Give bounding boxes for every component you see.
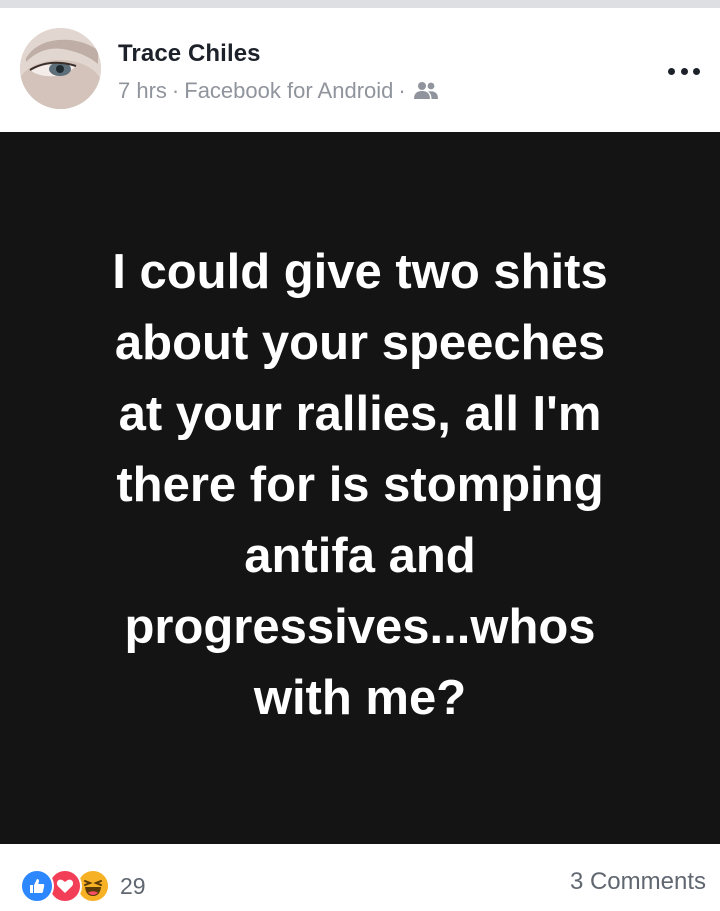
post-time[interactable]: 7 hrs xyxy=(118,78,167,104)
post-meta: 7 hrs · Facebook for Android · xyxy=(118,78,439,104)
meta-separator: · xyxy=(398,78,406,103)
post-text-line: progressives...whos xyxy=(124,599,596,654)
post-header: Trace Chiles 7 hrs · Facebook for Androi… xyxy=(0,8,720,132)
post-text-line: antifa and xyxy=(244,528,476,583)
post-text-line: I could give two shits xyxy=(112,244,608,299)
author-name[interactable]: Trace Chiles xyxy=(118,40,261,68)
more-options-button[interactable] xyxy=(664,60,704,82)
reactions-summary[interactable]: 29 xyxy=(20,868,146,904)
post-text-line: about your speeches xyxy=(114,315,606,370)
friends-icon[interactable] xyxy=(413,80,439,102)
more-options-icon xyxy=(668,67,675,75)
comments-count-link[interactable]: 3 Comments xyxy=(570,868,706,896)
post-text-line: at your rallies, all I'm xyxy=(118,386,602,441)
post-footer: 29 3 Comments xyxy=(0,844,720,911)
post-text-line: with me? xyxy=(253,670,467,725)
top-divider xyxy=(0,0,720,8)
reaction-count: 29 xyxy=(120,872,146,899)
post-source: Facebook for Android xyxy=(184,78,394,103)
more-options-dot xyxy=(680,67,688,75)
like-icon xyxy=(20,869,54,903)
meta-separator: · xyxy=(171,78,180,103)
avatar-image xyxy=(20,28,101,109)
avatar[interactable] xyxy=(20,28,101,109)
post-text: I could give two shits about your speech… xyxy=(60,237,660,734)
post-content[interactable]: I could give two shits about your speech… xyxy=(0,132,720,844)
more-options-dot xyxy=(693,67,700,75)
post-text-line: there for is stomping xyxy=(116,457,604,512)
